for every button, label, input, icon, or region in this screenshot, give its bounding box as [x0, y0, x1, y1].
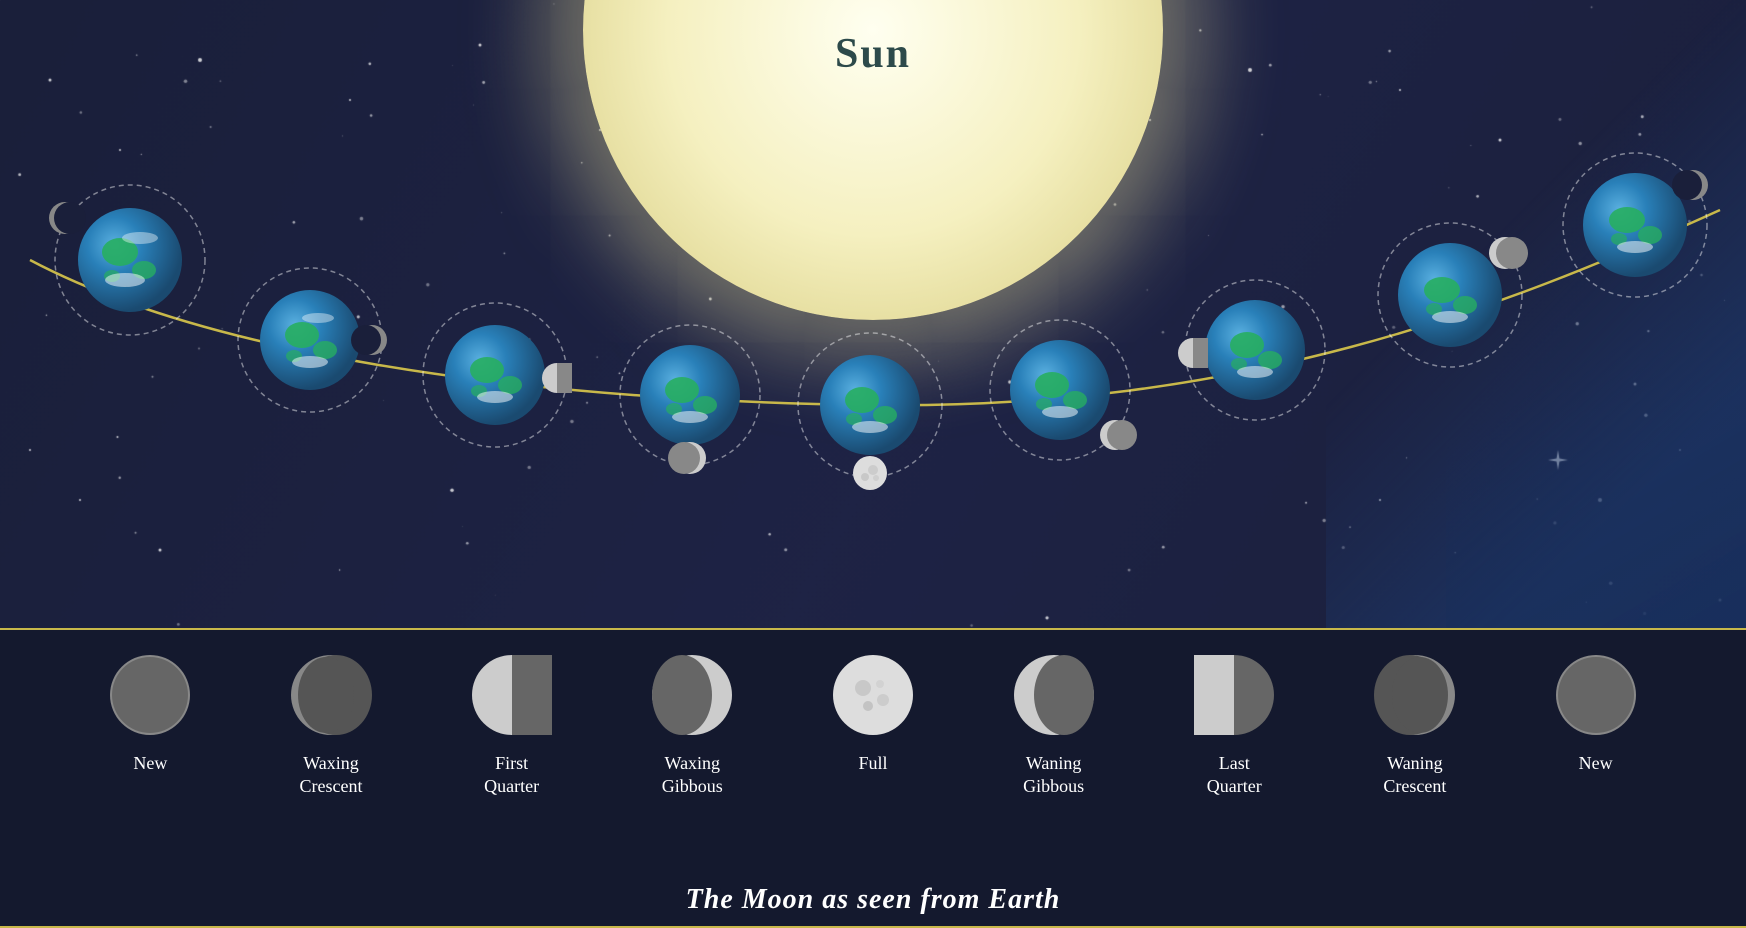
phase-waxing-gibbous: WaxingGibbous: [612, 650, 772, 799]
phase-waning-crescent: WaningCrescent: [1335, 650, 1495, 799]
bottom-panel: New WaxingCrescent FirstQuarter: [0, 628, 1746, 928]
phase-label-waxing-gibbous: WaxingGibbous: [662, 752, 723, 799]
waxing-gibbous-icon: [647, 650, 737, 740]
last-quarter-icon: [1189, 650, 1279, 740]
phase-label-waning-gibbous: WaningGibbous: [1023, 752, 1084, 799]
waxing-crescent-icon: [286, 650, 376, 740]
new-moon-icon-1: [105, 650, 195, 740]
bottom-caption: The Moon as seen from Earth: [0, 884, 1746, 916]
first-quarter-icon: [467, 650, 557, 740]
phase-label-full: Full: [858, 752, 887, 775]
phase-label-waning-crescent: WaningCrescent: [1383, 752, 1446, 799]
waning-crescent-icon: [1370, 650, 1460, 740]
phase-full: Full: [793, 650, 953, 775]
phase-first-quarter: FirstQuarter: [432, 650, 592, 799]
new-moon-icon-2: [1551, 650, 1641, 740]
phase-last-quarter: LastQuarter: [1154, 650, 1314, 799]
phase-label-last-quarter: LastQuarter: [1207, 752, 1262, 799]
phase-waxing-crescent: WaxingCrescent: [251, 650, 411, 799]
phase-label-new-2: New: [1579, 752, 1613, 775]
full-moon-icon: [828, 650, 918, 740]
phase-label-first-quarter: FirstQuarter: [484, 752, 539, 799]
sun-label: Sun: [835, 30, 911, 78]
phase-new-2: New: [1516, 650, 1676, 775]
waning-gibbous-icon: [1009, 650, 1099, 740]
phase-waning-gibbous: WaningGibbous: [974, 650, 1134, 799]
phase-label-new-1: New: [133, 752, 167, 775]
phases-row: New WaxingCrescent FirstQuarter: [0, 630, 1746, 860]
phase-new-1: New: [70, 650, 230, 775]
phase-label-waxing-crescent: WaxingCrescent: [299, 752, 362, 799]
